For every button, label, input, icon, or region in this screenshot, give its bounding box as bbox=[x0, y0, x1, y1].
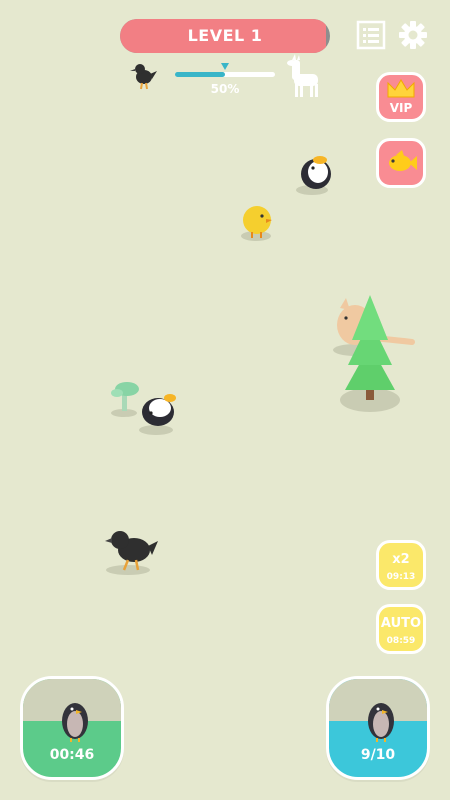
goal-progress-track bbox=[175, 63, 275, 77]
crow-world-icon bbox=[105, 531, 158, 575]
goldfish-icon bbox=[389, 150, 417, 171]
vip-label: VIP bbox=[389, 101, 413, 115]
penguin-icon bbox=[62, 703, 88, 742]
goldfish-button[interactable] bbox=[376, 138, 426, 188]
auto-boost-button[interactable]: AUTO 08:59 bbox=[376, 604, 426, 654]
cat-icon bbox=[333, 298, 415, 356]
penguin-icon bbox=[368, 703, 394, 742]
chick-icon bbox=[241, 206, 272, 241]
crow-icon bbox=[130, 64, 157, 90]
penguin-icon bbox=[296, 156, 331, 195]
vip-button[interactable]: VIP bbox=[376, 72, 426, 122]
level-progress-bar: LEVEL 1 bbox=[120, 19, 330, 53]
auto-boost-label: AUTO bbox=[380, 616, 422, 631]
progress-marker-icon bbox=[221, 63, 229, 70]
pine-tree bbox=[340, 295, 400, 412]
gear-icon[interactable] bbox=[397, 19, 429, 51]
animal-count: 9/10 bbox=[360, 747, 396, 763]
spawn-timer: 00:46 bbox=[49, 747, 95, 763]
x2-boost-button[interactable]: x2 09:13 bbox=[376, 540, 426, 590]
animal-count-card[interactable]: 9/10 bbox=[326, 676, 430, 780]
penguin-lying-icon bbox=[139, 394, 176, 435]
auto-boost-timer: 08:59 bbox=[386, 636, 416, 646]
crown-icon bbox=[387, 79, 415, 98]
goal-progress-label: 50% bbox=[210, 82, 240, 96]
x2-boost-timer: 09:13 bbox=[386, 572, 416, 582]
llama-icon bbox=[287, 54, 318, 97]
list-icon[interactable] bbox=[355, 19, 387, 51]
goal-progress-fill bbox=[175, 72, 225, 77]
x2-boost-label: x2 bbox=[392, 552, 410, 567]
mushroom-icon bbox=[111, 382, 139, 417]
level-label: LEVEL 1 bbox=[187, 26, 263, 45]
spawn-timer-card[interactable]: 00:46 bbox=[20, 676, 124, 780]
